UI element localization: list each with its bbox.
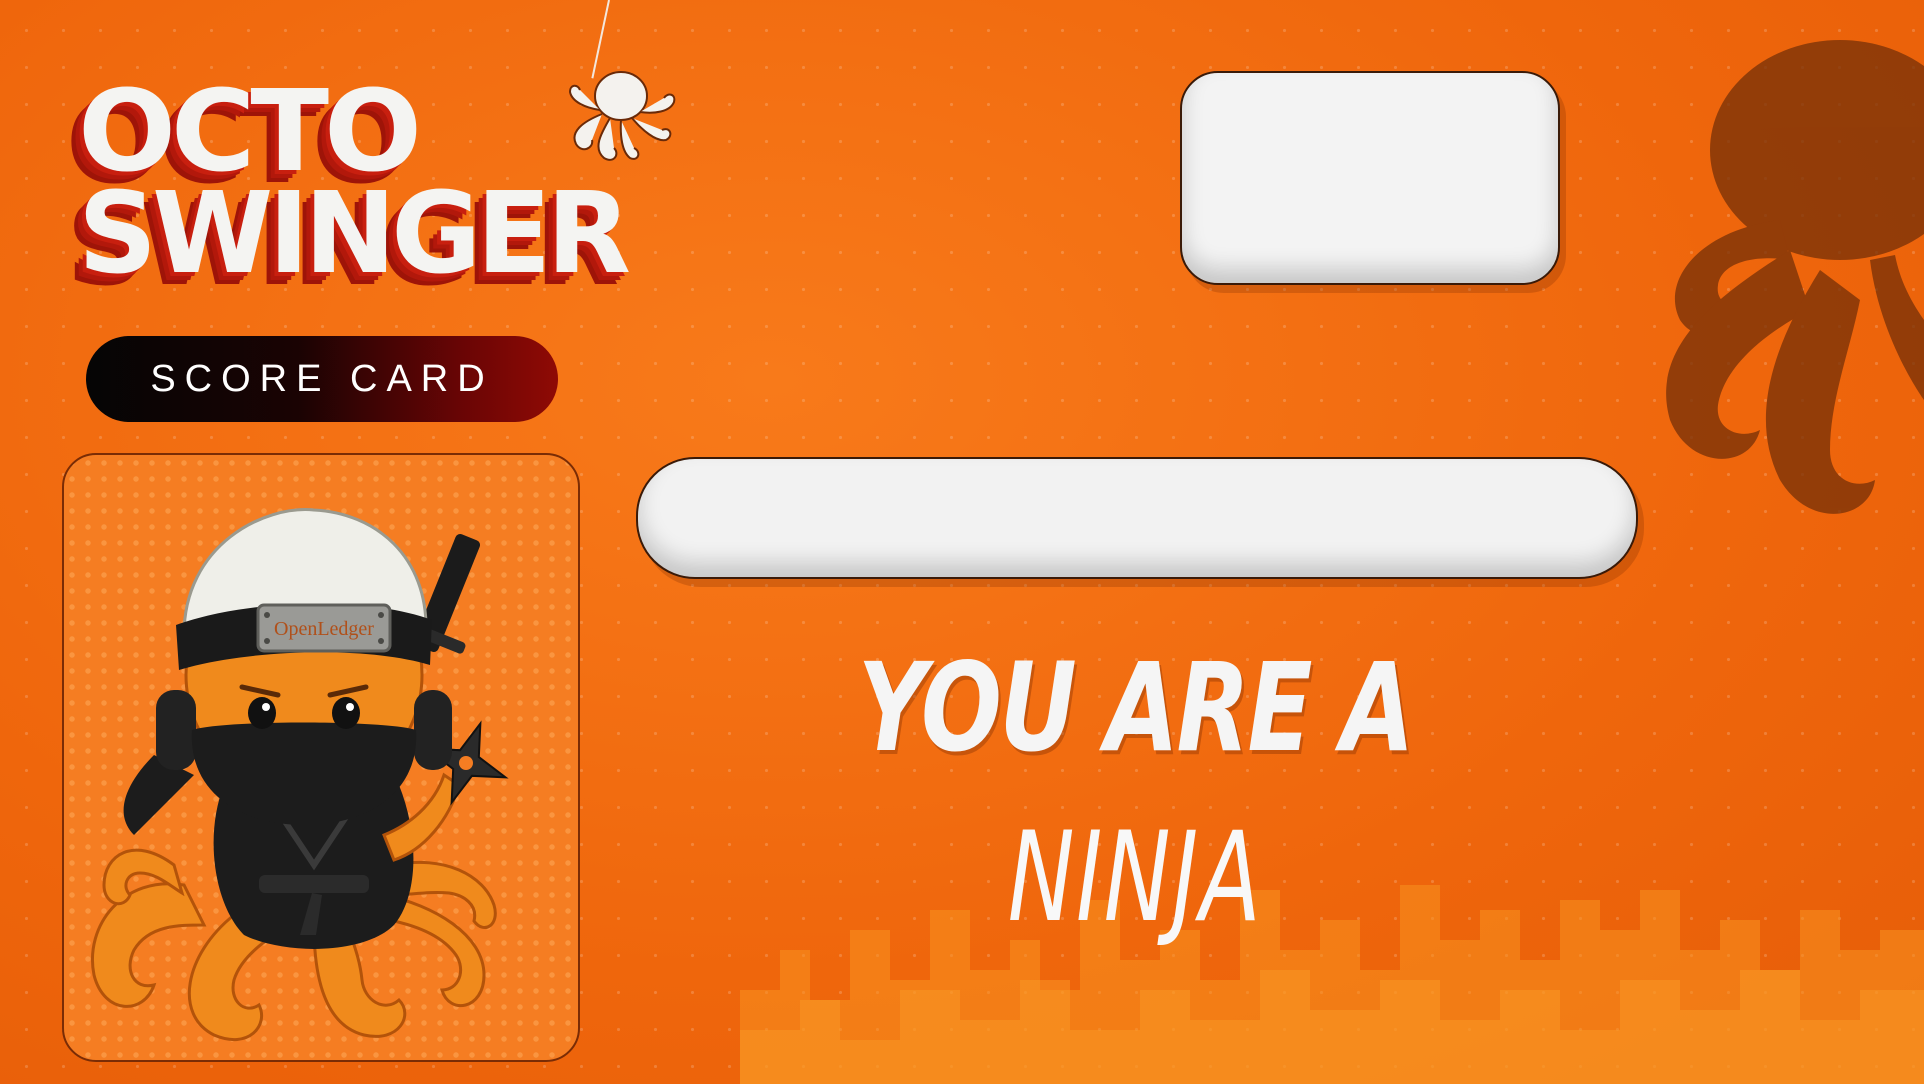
player-name-panel [636, 457, 1638, 579]
score-card: OCTO SWINGER SCORE CARD OpenLedger YOU A… [0, 0, 1924, 1084]
score-card-label: SCORE CARD [150, 357, 494, 400]
score-card-badge: SCORE CARD [86, 336, 558, 422]
result-prefix: YOU ARE A [857, 637, 1415, 779]
score-value-panel [1180, 71, 1560, 285]
octopus-silhouette-icon [1666, 40, 1924, 514]
game-title: OCTO SWINGER [78, 76, 637, 299]
result-rank: NINJA [1007, 806, 1263, 950]
headband-plate-text: OpenLedger [274, 618, 374, 640]
ninja-avatar: OpenLedger [62, 453, 580, 1062]
ninja-octopus-illustration: OpenLedger [91, 508, 509, 1042]
octopus-hanging-icon [568, 71, 676, 161]
title-line-2: SWINGER [78, 169, 631, 299]
